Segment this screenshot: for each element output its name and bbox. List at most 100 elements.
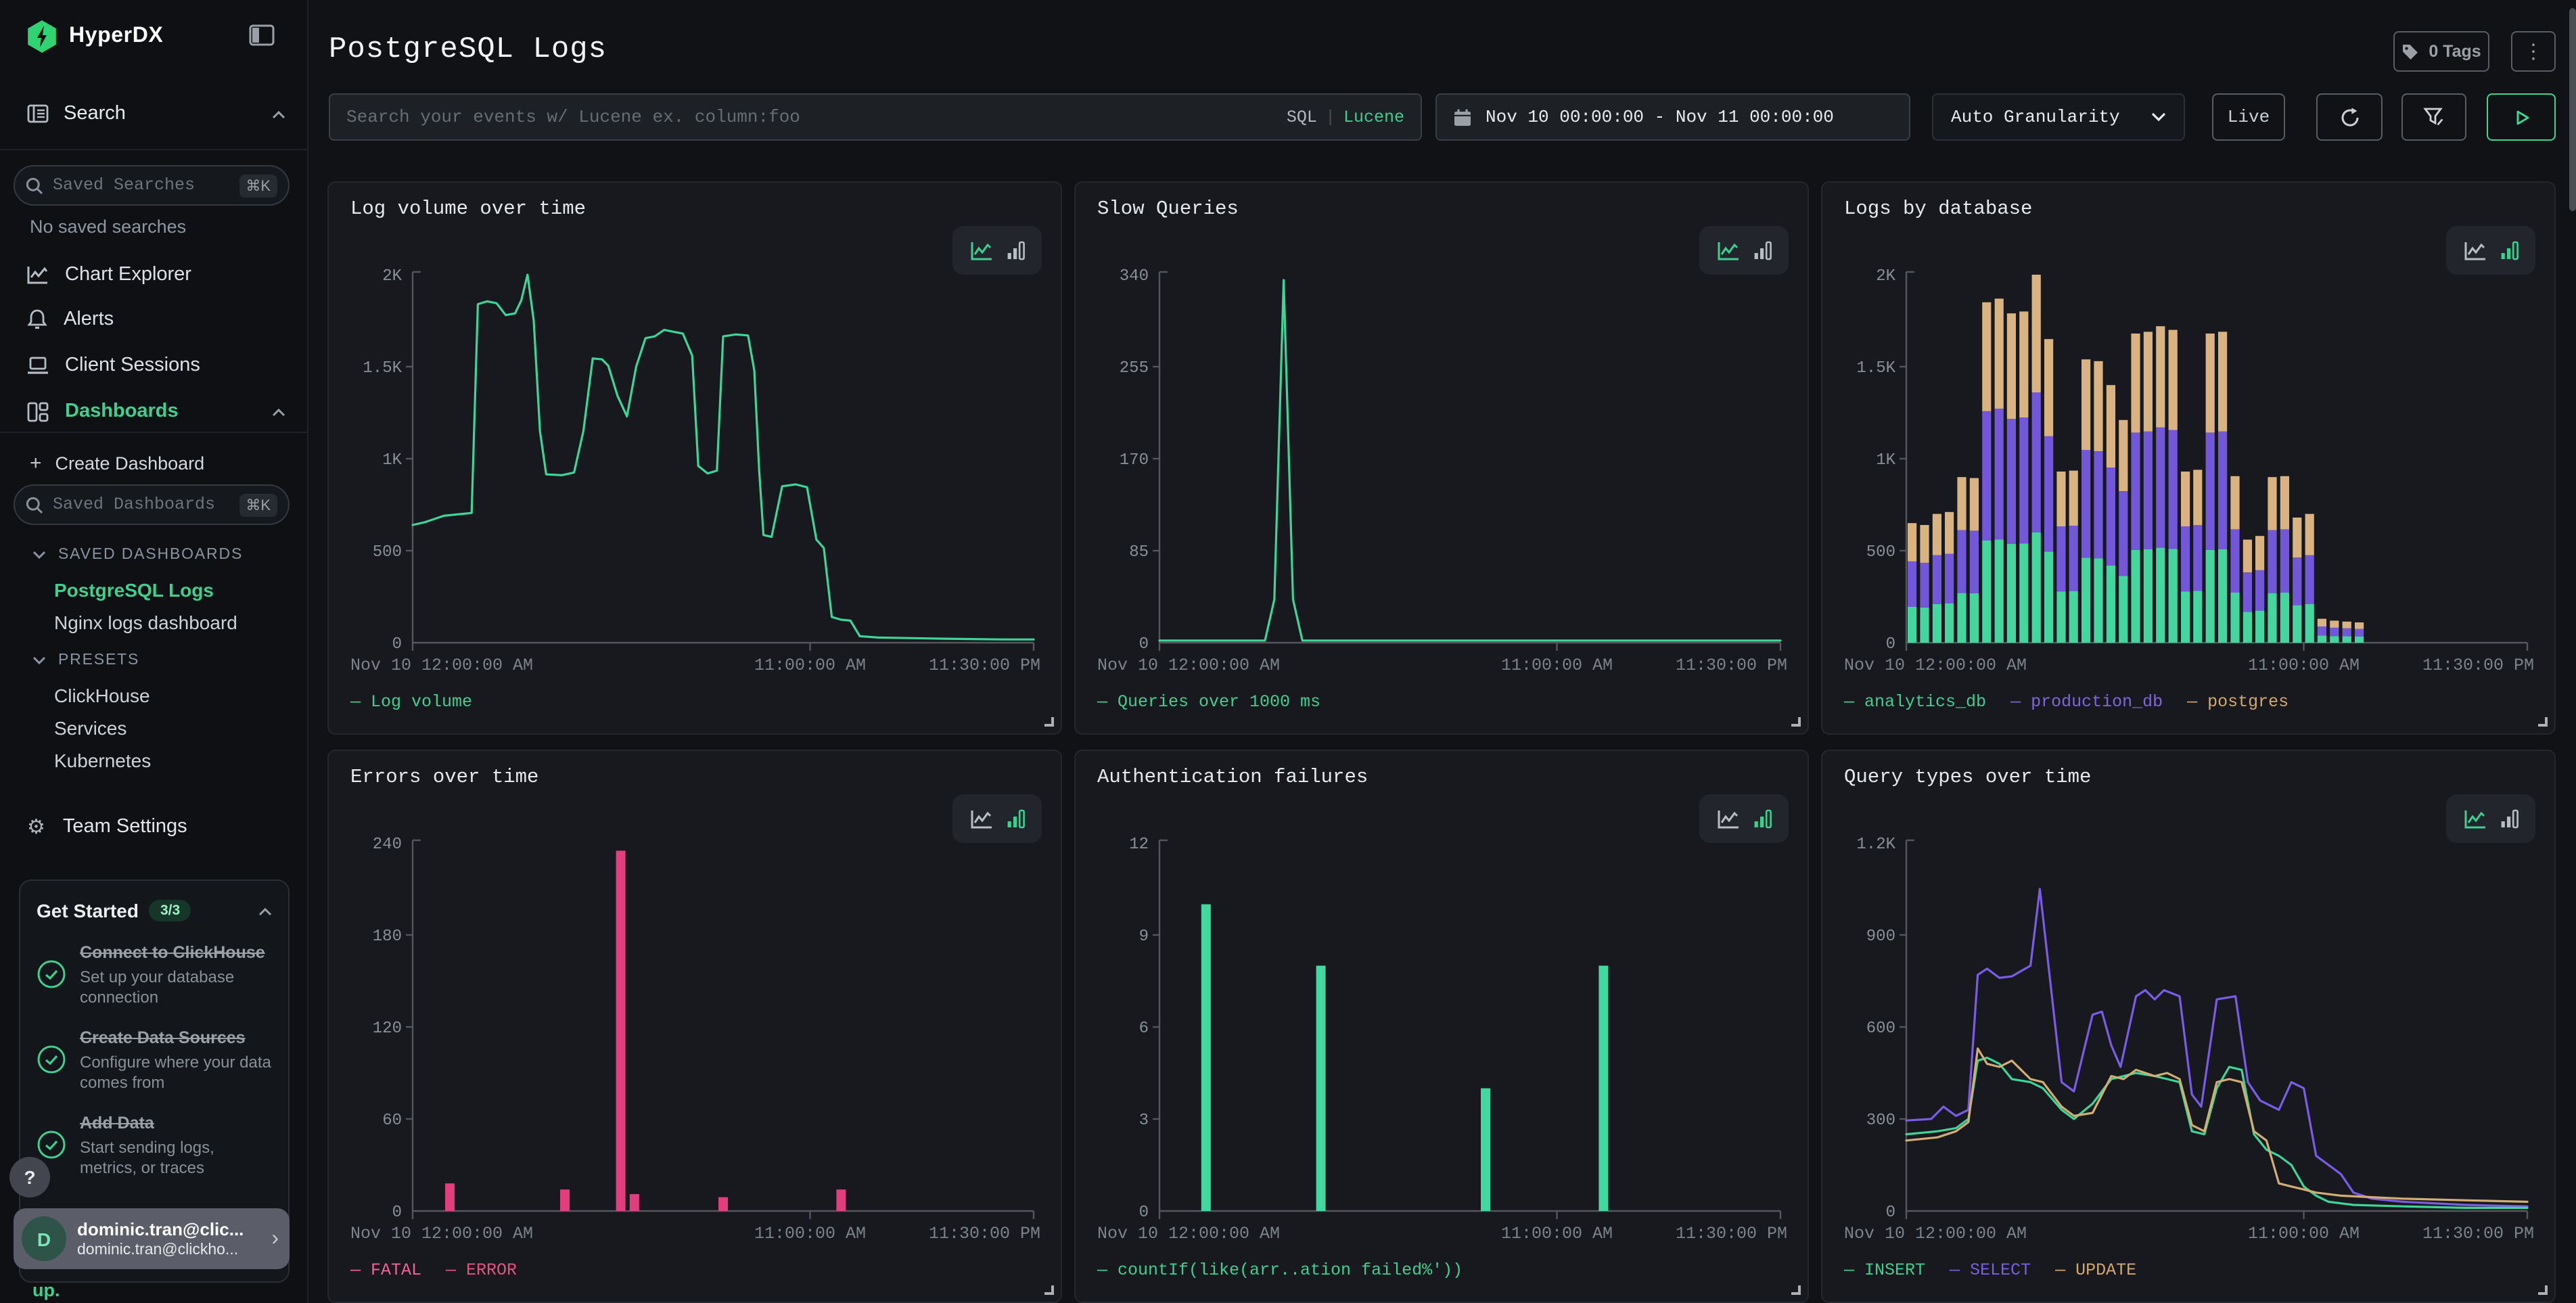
svg-text:11:30:00 PM: 11:30:00 PM [1676,1224,1787,1243]
saved-dashboards-placeholder: Saved Dashboards [53,495,229,514]
svg-text:1K: 1K [1876,451,1895,470]
legend-item: — INSERT [1844,1261,1925,1280]
sidebar-item-chart-explorer[interactable]: Chart Explorer [27,257,285,292]
sidebar-item-client-sessions[interactable]: Client Sessions [27,348,285,383]
check-circle-icon [37,1028,66,1093]
chart-plot: 05001K1.5K2KNov 10 12:00:00 AM11:00:00 A… [350,253,1042,678]
legend-item: — production_db [2010,693,2163,712]
event-search-input[interactable]: Search your events w/ Lucene ex. column:… [329,93,1422,141]
svg-text:180: 180 [373,928,402,946]
chart-legend: — INSERT— SELECT— UPDATE [1844,1261,2136,1280]
brand[interactable]: HyperDX [27,20,163,53]
chart-legend: — analytics_db — production_db — postgres [1844,693,2288,712]
create-dashboard-button[interactable]: + Create Dashboard [30,452,204,475]
sidebar-item-nginx-logs-dashboard[interactable]: Nginx logs dashboard [54,612,237,633]
svg-text:170: 170 [1120,451,1149,470]
filter-icon [2423,107,2445,127]
scrollbar[interactable] [2569,0,2576,1303]
chart-title: Logs by database [1844,199,2032,221]
nav-label: Dashboards [65,401,179,422]
resize-handle[interactable] [1791,1285,1801,1295]
granularity-select[interactable]: Auto Granularity [1932,93,2185,141]
scrollbar-thumb[interactable] [2569,8,2576,211]
resize-handle[interactable] [1791,717,1801,727]
sidebar-item-team-settings[interactable]: ⚙ Team Settings [27,815,187,839]
search-section-icon [27,104,49,123]
sidebar-item-postgresql-logs[interactable]: PostgreSQL Logs [54,579,214,601]
chevron-up-icon[interactable] [272,401,285,422]
get-started-progress-badge: 3/3 [150,900,191,921]
legend-item: — UPDATE [2055,1261,2136,1280]
resize-handle[interactable] [1044,717,1054,727]
resize-handle[interactable] [1044,1285,1054,1295]
get-started-item-desc: Set up your database connection [80,967,272,1008]
chevron-up-icon[interactable] [272,103,285,124]
svg-text:1.5K: 1.5K [363,359,402,378]
more-menu-button[interactable]: ⋮ [2511,31,2556,72]
date-range-input[interactable]: Nov 10 00:00:00 - Nov 11 00:00:00 [1435,93,1910,141]
brand-name: HyperDX [69,24,163,49]
event-search-placeholder: Search your events w/ Lucene ex. column:… [346,107,1287,127]
mode-divider: | [1317,108,1343,127]
date-range-value: Nov 10 00:00:00 - Nov 11 00:00:00 [1486,107,1834,127]
svg-text:500: 500 [1866,543,1895,562]
saved-searches-input[interactable]: Saved Searches ⌘K [14,165,290,206]
live-button[interactable]: Live [2212,93,2285,141]
svg-text:3: 3 [1139,1112,1149,1130]
presets-header[interactable]: PRESETS [32,652,139,668]
svg-text:Nov 10 12:00:00 AM: Nov 10 12:00:00 AM [1097,1224,1280,1243]
user-name: dominic.tran@clic... [77,1218,244,1240]
chart-panel-logs-by-database: Logs by database 05001K1.5K2KNov 10 12:0… [1821,181,2556,735]
svg-text:2K: 2K [382,267,402,285]
tag-icon [2401,43,2419,60]
svg-text:0: 0 [1139,635,1149,654]
refresh-icon [2339,106,2360,128]
get-started-item-title: Create Data Sources [80,1028,272,1049]
sidebar-collapse-icon[interactable] [249,24,275,53]
help-button[interactable]: ? [9,1157,50,1197]
svg-text:300: 300 [1866,1112,1895,1130]
svg-text:12: 12 [1129,836,1149,854]
sidebar-item-dashboards[interactable]: Dashboards [27,394,285,429]
svg-text:900: 900 [1866,928,1895,946]
chart-plot: 03006009001.2KNov 10 12:00:00 AM11:00:00… [1844,821,2535,1246]
sidebar-item-alerts[interactable]: Alerts [27,302,285,337]
sidebar-item-clickhouse[interactable]: ClickHouse [54,685,150,706]
saved-dashboards-header[interactable]: SAVED DASHBOARDS [32,547,243,563]
sql-mode-toggle[interactable]: SQL [1287,108,1317,127]
user-menu[interactable]: D dominic.tran@clic... dominic.tran@clic… [14,1208,290,1269]
user-email: dominic.tran@clickho... [77,1240,244,1259]
sidebar-item-kubernetes[interactable]: Kubernetes [54,750,151,771]
saved-dashboards-input[interactable]: Saved Dashboards ⌘K [14,484,290,525]
get-started-item[interactable]: Connect to ClickHouse Set up your databa… [37,943,272,1008]
svg-text:600: 600 [1866,1020,1895,1038]
get-started-item[interactable]: Create Data Sources Configure where your… [37,1028,272,1093]
chart-panel-log-volume: Log volume over time 05001K1.5K2KNov 10 … [327,181,1062,735]
legend-item: — FATAL [350,1261,421,1280]
legend-item: — postgres [2187,693,2288,712]
svg-text:6: 6 [1139,1020,1149,1038]
chevron-right-icon: › [271,1227,279,1251]
calendar-icon [1453,108,1472,127]
svg-text:11:00:00 AM: 11:00:00 AM [1501,656,1613,675]
search-section-label: Search [64,103,126,124]
chevron-up-icon[interactable] [258,898,272,923]
svg-text:0: 0 [1886,635,1895,654]
legend-item: — analytics_db [1844,693,1986,712]
tags-button[interactable]: 0 Tags [2393,31,2489,72]
hyperdx-logo-icon [27,20,57,53]
chart-explorer-icon [27,265,49,284]
lucene-mode-toggle[interactable]: Lucene [1343,108,1404,127]
resize-handle[interactable] [2538,1285,2548,1295]
create-dashboard-label: Create Dashboard [55,453,205,474]
gear-icon: ⚙ [27,815,45,839]
resize-handle[interactable] [2538,717,2548,727]
sidebar-item-search[interactable]: Search [27,103,285,124]
sidebar-item-services[interactable]: Services [54,717,127,739]
svg-text:Nov 10 12:00:00 AM: Nov 10 12:00:00 AM [1844,656,2027,675]
run-query-button[interactable] [2487,93,2556,141]
laptop-icon [27,356,49,375]
get-started-item[interactable]: Add Data Start sending logs, metrics, or… [37,1114,272,1179]
refresh-button[interactable] [2316,93,2383,141]
filter-button[interactable] [2401,93,2466,141]
